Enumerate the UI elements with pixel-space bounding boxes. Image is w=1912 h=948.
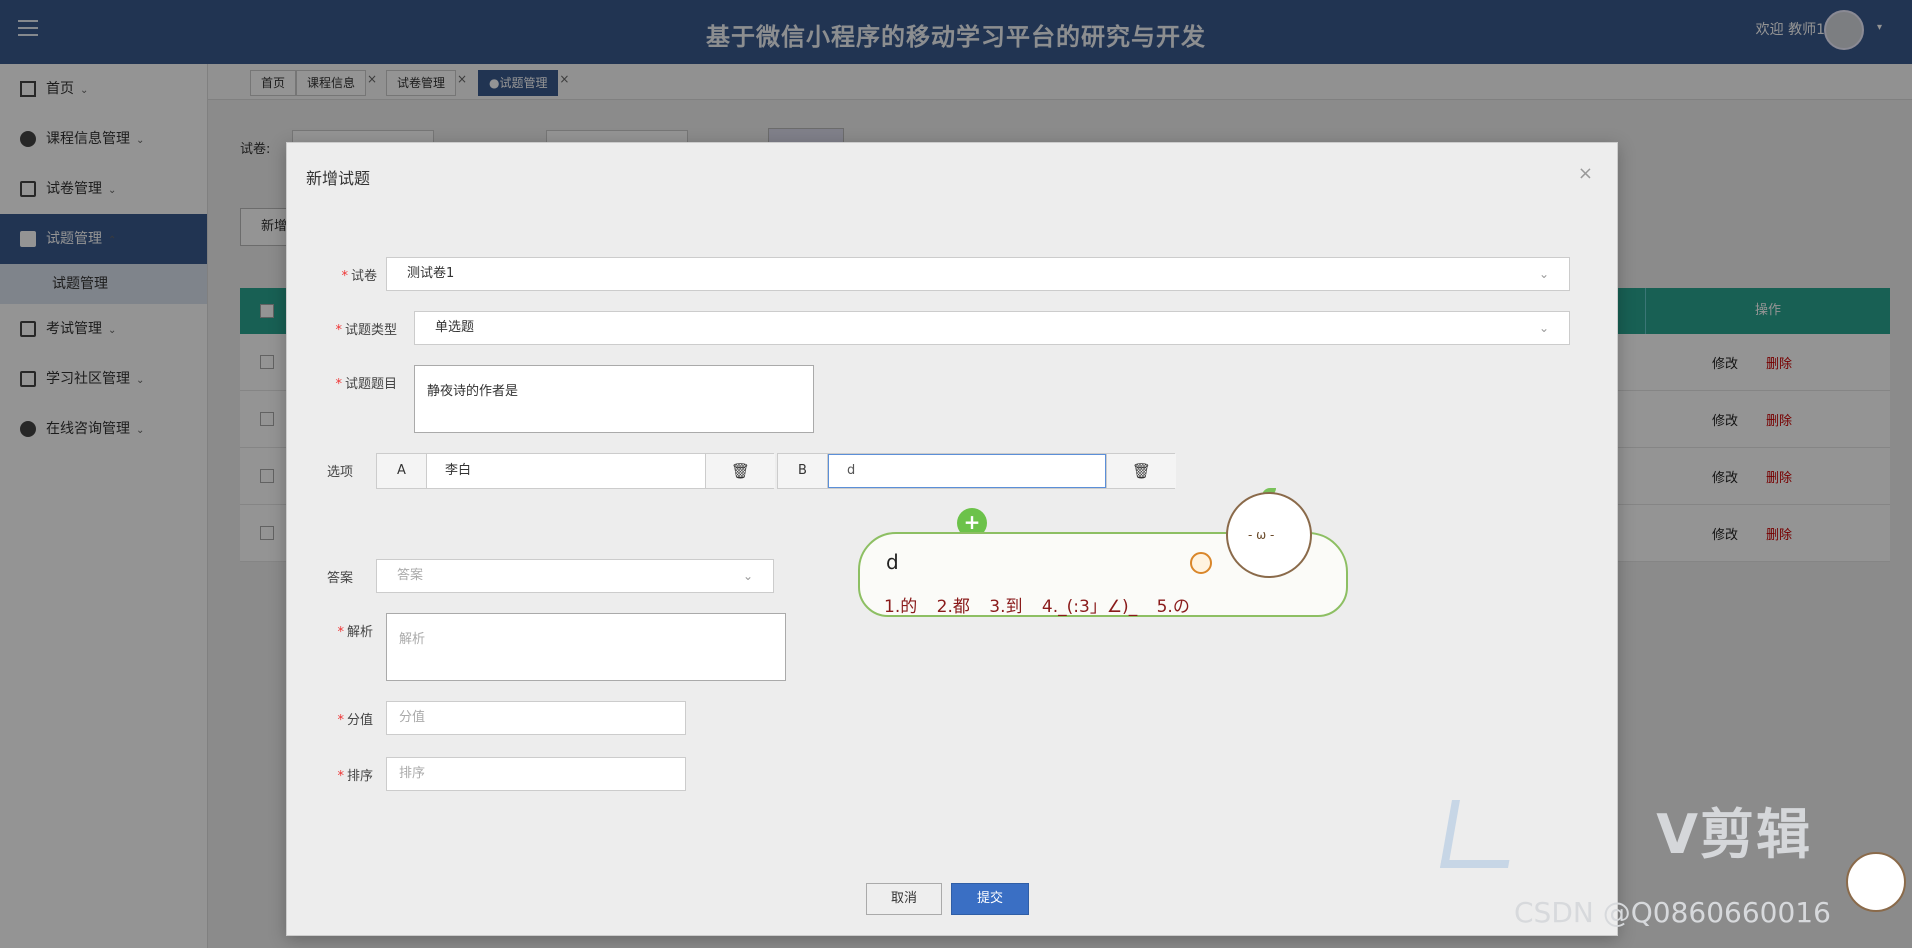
mascot-icon: - ω - [1226,492,1312,578]
order-label: * 排序 [337,769,373,784]
chevron-down-icon: ⌄ [742,569,753,583]
brand-logo-icon [1440,800,1520,868]
paper-value: 测试卷1 [407,266,455,281]
ime-composition: d [886,550,899,574]
mascot-icon [1846,852,1906,912]
score-input[interactable]: 分值 [386,701,686,735]
brand-watermark: V剪辑 [1656,803,1812,866]
ime-candidate[interactable]: 5.の [1157,597,1190,617]
csdn-watermark: CSDN @Q0860660016 [1514,896,1831,929]
order-placeholder: 排序 [399,766,426,781]
option-b-row: B d 🗑 [777,453,1176,489]
close-icon[interactable]: × [1578,163,1593,184]
mascot-face-icon: - ω - [1248,528,1275,542]
options-label: 选项 [327,465,354,480]
emoji-icon[interactable] [1190,552,1212,574]
answer-label: 答案 [327,571,354,586]
order-input[interactable]: 排序 [386,757,686,791]
analysis-placeholder: 解析 [399,632,426,647]
option-a-row: A 李白 🗑 [376,453,775,489]
answer-placeholder: 答案 [397,568,424,583]
option-letter: A [377,454,427,488]
option-a-input[interactable]: 李白 [427,454,705,488]
ime-candidate[interactable]: 3.到 [989,597,1022,617]
ime-candidate[interactable]: 1.的 [884,597,917,617]
trash-icon[interactable]: 🗑 [1106,454,1176,488]
cancel-button[interactable]: 取消 [866,883,942,915]
trash-icon[interactable]: 🗑 [705,454,775,488]
question-textarea[interactable]: 静夜诗的作者是 [414,365,814,433]
submit-button[interactable]: 提交 [951,883,1029,915]
paper-select[interactable]: 测试卷1 ⌄ [386,257,1570,291]
type-label: * 试题类型 [335,323,397,338]
ime-candidates: 1.的 2.都 3.到 4._(:3」∠)_ 5.の [884,592,1204,617]
chevron-down-icon: ⌄ [1538,267,1549,281]
paper-label: * 试卷 [341,269,377,284]
score-placeholder: 分值 [399,710,426,725]
ime-candidate[interactable]: 2.都 [937,597,970,617]
type-select[interactable]: 单选题 ⌄ [414,311,1570,345]
answer-select[interactable]: 答案 ⌄ [376,559,774,593]
analysis-label: * 解析 [337,625,373,640]
chevron-down-icon: ⌄ [1538,321,1549,335]
option-b-input[interactable]: d [828,454,1106,488]
ime-candidate[interactable]: 4._(:3」∠)_ [1042,597,1137,617]
type-value: 单选题 [435,320,475,335]
dialog-title: 新增试题 [306,169,371,188]
option-letter: B [778,454,828,488]
analysis-textarea[interactable]: 解析 [386,613,786,681]
question-label: * 试题题目 [335,377,397,392]
score-label: * 分值 [337,713,373,728]
